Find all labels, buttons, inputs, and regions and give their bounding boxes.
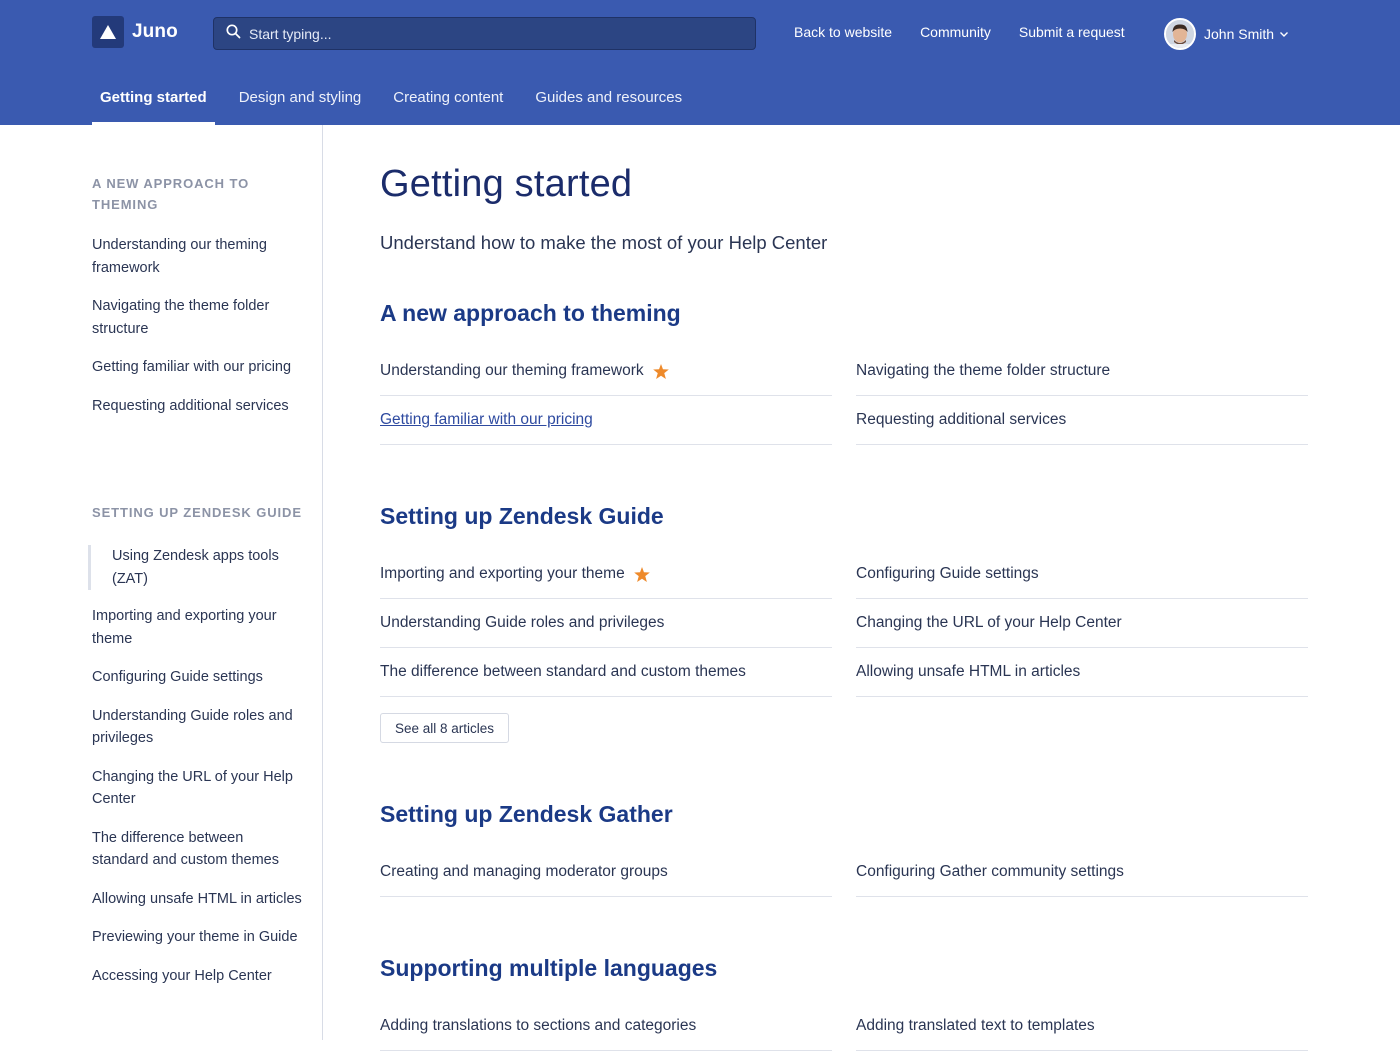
sidebar-section: SETTING UP ZENDESK GUIDE Using Zendesk a…	[88, 502, 302, 988]
article-item: Requesting additional services	[856, 396, 1308, 445]
star-icon	[652, 363, 669, 379]
article-item: Adding translations to sections and cate…	[380, 1002, 832, 1051]
article-link[interactable]: Allowing unsafe HTML in articles	[856, 663, 1080, 681]
article-list: Adding translations to sections and cate…	[380, 1002, 1308, 1051]
article-link[interactable]: Creating and managing moderator groups	[380, 863, 668, 881]
article-link[interactable]: Importing and exporting your theme	[380, 565, 625, 583]
brand-name: Juno	[132, 21, 178, 42]
article-item: Adding translated text to templates	[856, 1002, 1308, 1051]
article-link[interactable]: Understanding our theming framework	[380, 362, 644, 380]
tab-guides-and-resources[interactable]: Guides and resources	[527, 89, 690, 125]
article-item: Understanding our theming framework	[380, 347, 832, 396]
sidebar-section: A NEW APPROACH TO THEMING Understanding …	[92, 173, 302, 417]
article-link[interactable]: Requesting additional services	[856, 411, 1066, 429]
star-icon	[633, 566, 650, 582]
article-list: Understanding our theming framework Navi…	[380, 347, 1308, 445]
article-list: Creating and managing moderator groups C…	[380, 848, 1308, 897]
tab-design-and-styling[interactable]: Design and styling	[231, 89, 370, 125]
sidebar-item[interactable]: Accessing your Help Center	[92, 965, 302, 988]
sidebar-item[interactable]: Importing and exporting your theme	[92, 605, 302, 650]
article-item: Configuring Guide settings	[856, 550, 1308, 599]
tab-creating-content[interactable]: Creating content	[385, 89, 511, 125]
sidebar-item[interactable]: Navigating the theme folder structure	[92, 295, 302, 340]
sidebar: A NEW APPROACH TO THEMING Understanding …	[0, 125, 323, 1040]
article-item: Getting familiar with our pricing	[380, 396, 832, 445]
article-item: Creating and managing moderator groups	[380, 848, 832, 897]
category-tabs: Getting started Design and styling Creat…	[92, 89, 706, 125]
page-title: Getting started	[380, 163, 633, 205]
user-name: John Smith	[1204, 26, 1275, 42]
sidebar-item[interactable]: Configuring Guide settings	[92, 666, 302, 689]
article-item: Importing and exporting your theme	[380, 550, 832, 599]
article-link[interactable]: Configuring Gather community settings	[856, 863, 1124, 881]
article-link[interactable]: Understanding Guide roles and privileges	[380, 614, 664, 632]
community-link[interactable]: Community	[920, 24, 991, 40]
user-menu[interactable]: John Smith	[1164, 18, 1289, 50]
section-title[interactable]: Setting up Zendesk Gather	[380, 801, 673, 828]
search-input[interactable]	[249, 25, 729, 42]
section-title[interactable]: Setting up Zendesk Guide	[380, 503, 664, 530]
article-link[interactable]: Changing the URL of your Help Center	[856, 614, 1122, 632]
search-box[interactable]	[213, 17, 756, 50]
back-to-website-link[interactable]: Back to website	[794, 24, 892, 40]
article-item: Allowing unsafe HTML in articles	[856, 648, 1308, 697]
sidebar-item[interactable]: Allowing unsafe HTML in articles	[92, 888, 302, 911]
section-title[interactable]: A new approach to theming	[380, 300, 681, 327]
article-item: The difference between standard and cust…	[380, 648, 832, 697]
header-links: Back to website Community Submit a reque…	[794, 24, 1125, 40]
sidebar-item-current[interactable]: Using Zendesk apps tools (ZAT)	[88, 545, 302, 590]
article-link[interactable]: Getting familiar with our pricing	[380, 411, 593, 429]
article-list: Importing and exporting your theme Confi…	[380, 550, 1308, 697]
sidebar-item[interactable]: Understanding our theming framework	[92, 234, 302, 279]
site-header: Juno Back to website Community Submit a …	[0, 0, 1400, 125]
brand-logo-link[interactable]: Juno	[92, 16, 178, 48]
submit-request-link[interactable]: Submit a request	[1019, 24, 1125, 40]
sidebar-item[interactable]: Understanding Guide roles and privileges	[92, 705, 302, 750]
article-link[interactable]: The difference between standard and cust…	[380, 663, 746, 681]
sidebar-section-heading: A NEW APPROACH TO THEMING	[92, 176, 250, 212]
page-subtitle: Understand how to make the most of your …	[380, 232, 828, 253]
article-item: Configuring Gather community settings	[856, 848, 1308, 897]
article-item: Changing the URL of your Help Center	[856, 599, 1308, 648]
article-item: Navigating the theme folder structure	[856, 347, 1308, 396]
sidebar-item[interactable]: The difference between standard and cust…	[92, 827, 302, 872]
sidebar-item[interactable]: Getting familiar with our pricing	[92, 356, 302, 379]
article-link[interactable]: Adding translations to sections and cate…	[380, 1017, 696, 1035]
article-link[interactable]: Adding translated text to templates	[856, 1017, 1095, 1035]
section-title[interactable]: Supporting multiple languages	[380, 955, 717, 982]
sidebar-item[interactable]: Changing the URL of your Help Center	[92, 766, 302, 811]
sidebar-section-heading: SETTING UP ZENDESK GUIDE	[92, 505, 302, 520]
chevron-down-icon	[1279, 25, 1289, 43]
sidebar-item[interactable]: Previewing your theme in Guide	[92, 926, 302, 949]
avatar	[1164, 18, 1196, 50]
article-item: Understanding Guide roles and privileges	[380, 599, 832, 648]
tab-getting-started[interactable]: Getting started	[92, 89, 215, 125]
see-all-articles-button[interactable]: See all 8 articles	[380, 713, 509, 743]
search-icon	[226, 23, 241, 44]
article-link[interactable]: Configuring Guide settings	[856, 565, 1039, 583]
article-link[interactable]: Navigating the theme folder structure	[856, 362, 1110, 380]
sidebar-item[interactable]: Requesting additional services	[92, 395, 302, 418]
triangle-logo-icon	[92, 16, 124, 48]
